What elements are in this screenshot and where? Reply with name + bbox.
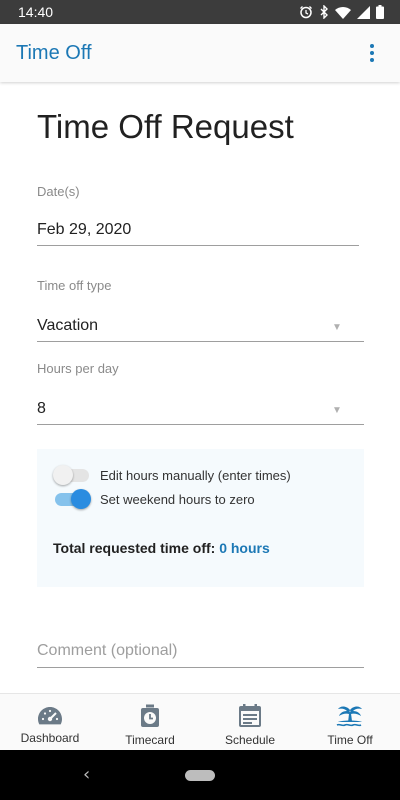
speedometer-icon [37,704,63,726]
system-nav-bar: ‹ [0,750,400,800]
home-pill-icon[interactable] [185,770,215,781]
bottom-nav: Dashboard Timecard Schedule Time Off [0,693,400,750]
time-off-type-select[interactable]: Vacation [37,317,98,335]
nav-item-timecard[interactable]: Timecard [100,694,200,750]
chevron-down-icon[interactable]: ▼ [332,405,342,416]
more-vert-icon[interactable] [360,33,384,73]
weekend-hours-zero-label: Set weekend hours to zero [100,491,255,507]
time-off-type-underline [37,341,364,342]
status-bar: 14:40 [0,0,400,24]
nav-item-dashboard[interactable]: Dashboard [0,694,100,750]
calendar-icon [238,704,262,728]
wifi-icon [335,6,351,19]
nav-label-timecard: Timecard [125,733,175,747]
alarm-icon [299,5,313,19]
dates-field-underline [37,245,359,246]
battery-icon [376,5,384,19]
dates-label: Date(s) [37,184,80,199]
edit-hours-manually-toggle[interactable] [53,464,91,486]
bluetooth-icon [319,5,329,19]
comment-input[interactable]: Comment (optional) [37,642,178,660]
status-icons [299,5,384,19]
weekend-hours-zero-row: Set weekend hours to zero [53,488,255,510]
edit-hours-manually-row: Edit hours manually (enter times) [53,464,291,486]
nav-item-time-off[interactable]: Time Off [300,694,400,750]
weekend-hours-zero-toggle[interactable] [53,488,91,510]
page-title: Time Off Request [37,108,294,145]
palm-island-icon [336,704,364,728]
total-requested-value: 0 hours [219,540,270,556]
hours-per-day-select[interactable]: 8 [37,400,46,418]
comment-underline [37,667,364,668]
nav-label-dashboard: Dashboard [20,731,80,745]
nav-item-schedule[interactable]: Schedule [200,694,300,750]
total-requested-label: Total requested time off: [53,540,216,556]
signal-icon [357,5,370,19]
chevron-down-icon[interactable]: ▼ [332,322,342,333]
time-off-type-label: Time off type [37,278,112,293]
nav-label-schedule: Schedule [224,733,276,747]
app-bar: Time Off [0,24,400,82]
edit-hours-manually-label: Edit hours manually (enter times) [100,467,291,483]
options-card: Edit hours manually (enter times) Set we… [37,449,364,587]
hours-per-day-label: Hours per day [37,361,119,376]
nav-label-time-off: Time Off [327,733,373,747]
dates-field[interactable]: Feb 29, 2020 [37,221,131,239]
status-time: 14:40 [18,4,54,20]
total-requested-row: Total requested time off: 0 hours [53,540,270,556]
app-title: Time Off [16,41,92,64]
timer-icon [139,704,161,728]
back-icon[interactable]: ‹ [83,764,90,785]
time-off-form: Time Off Request Date(s) Feb 29, 2020 Ti… [0,82,400,693]
hours-per-day-underline [37,424,364,425]
